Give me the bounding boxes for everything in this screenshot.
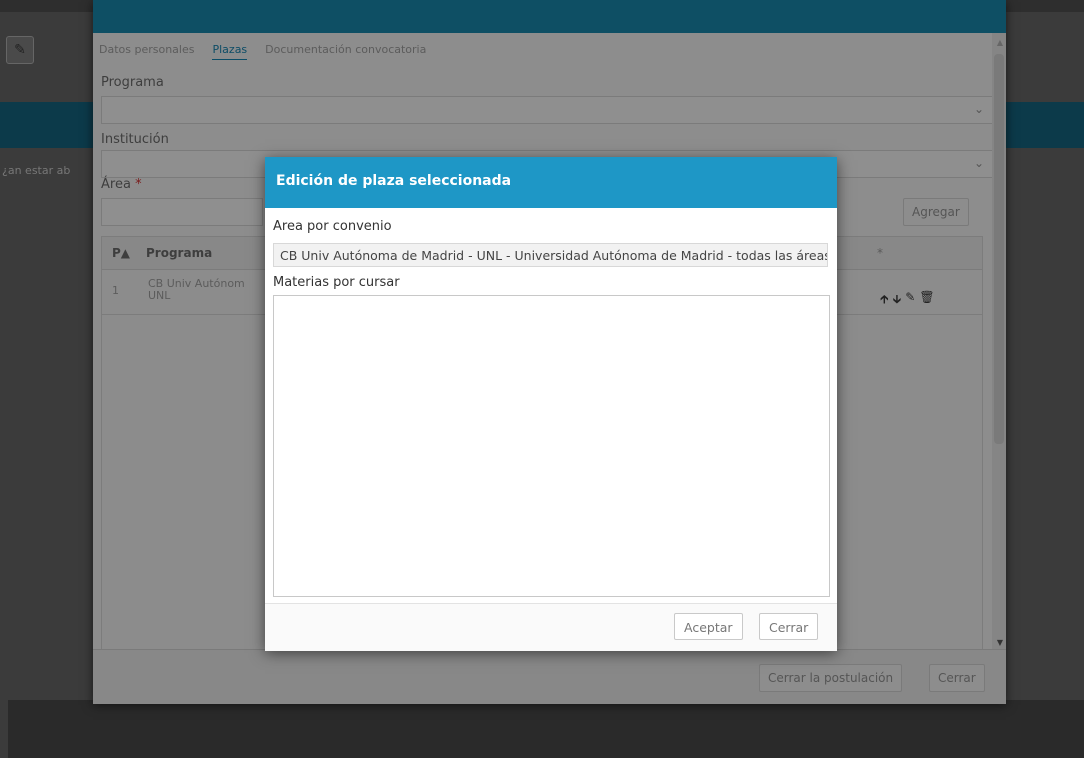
modal-footer: [265, 603, 837, 651]
cerrar-postulacion-button[interactable]: Cerrar la postulación: [759, 664, 903, 692]
chevron-down-icon: ⌄: [973, 156, 984, 170]
scrollbar-thumb[interactable]: [994, 54, 1004, 444]
programa-select[interactable]: ⌄: [101, 96, 993, 124]
modal-header: Edición de plaza seleccionada: [265, 157, 837, 208]
required-mark: *: [135, 177, 142, 192]
materias-textarea[interactable]: [273, 295, 830, 597]
grid-col-actions: *: [877, 246, 883, 260]
arrow-down-icon[interactable]: 🡳: [893, 290, 902, 311]
materias-label: Materias por cursar: [273, 275, 400, 290]
cerrar-modal-button[interactable]: Cerrar: [759, 613, 819, 640]
postulacion-dialog-footer: Cerrar la postulación Cerrar: [93, 649, 1006, 704]
grid-col-programa[interactable]: Programa: [146, 246, 212, 260]
tab-documentacion-convocatoria[interactable]: Documentación convocatoria: [265, 43, 426, 60]
row-p: 1: [112, 284, 119, 297]
chevron-down-icon: ⌄: [973, 102, 984, 116]
app-background-text: ¿an estar ab: [2, 164, 71, 177]
area-label-text: Área: [101, 177, 131, 192]
agregar-button[interactable]: Agregar: [903, 198, 969, 226]
aceptar-button[interactable]: Aceptar: [674, 613, 743, 640]
postulacion-dialog-header: [93, 0, 1006, 33]
row-programa: CB Univ Autónom UNL: [148, 277, 245, 302]
app-menu-icon: ✎: [6, 36, 34, 64]
area-convenio-label: Area por convenio: [273, 219, 392, 234]
tab-plazas[interactable]: Plazas: [212, 43, 248, 60]
edit-icon[interactable]: ✎: [905, 290, 915, 311]
app-bottom-area: [8, 700, 1084, 758]
trash-icon[interactable]: 🗑: [919, 290, 934, 311]
modal-title: Edición de plaza seleccionada: [276, 173, 512, 189]
area-label: Área *: [101, 177, 142, 192]
tab-bar: Datos personales Plazas Documentación co…: [99, 43, 426, 60]
scroll-down-icon[interactable]: ▼: [997, 638, 1003, 647]
arrow-up-icon[interactable]: 🡱: [880, 290, 889, 311]
institucion-label: Institución: [101, 132, 169, 147]
edicion-plaza-modal: Edición de plaza seleccionada Area por c…: [265, 157, 837, 651]
cerrar-dialog-button[interactable]: Cerrar: [929, 664, 985, 692]
programa-label: Programa: [101, 75, 164, 90]
grid-col-p[interactable]: P▲: [112, 246, 130, 260]
area-select[interactable]: [101, 198, 263, 226]
row-actions: 🡱 🡳 ✎ 🗑: [880, 290, 935, 311]
scroll-up-icon[interactable]: ▲: [997, 38, 1003, 47]
tab-datos-personales[interactable]: Datos personales: [99, 43, 194, 60]
area-convenio-field[interactable]: CB Univ Autónoma de Madrid - UNL - Unive…: [273, 243, 828, 267]
